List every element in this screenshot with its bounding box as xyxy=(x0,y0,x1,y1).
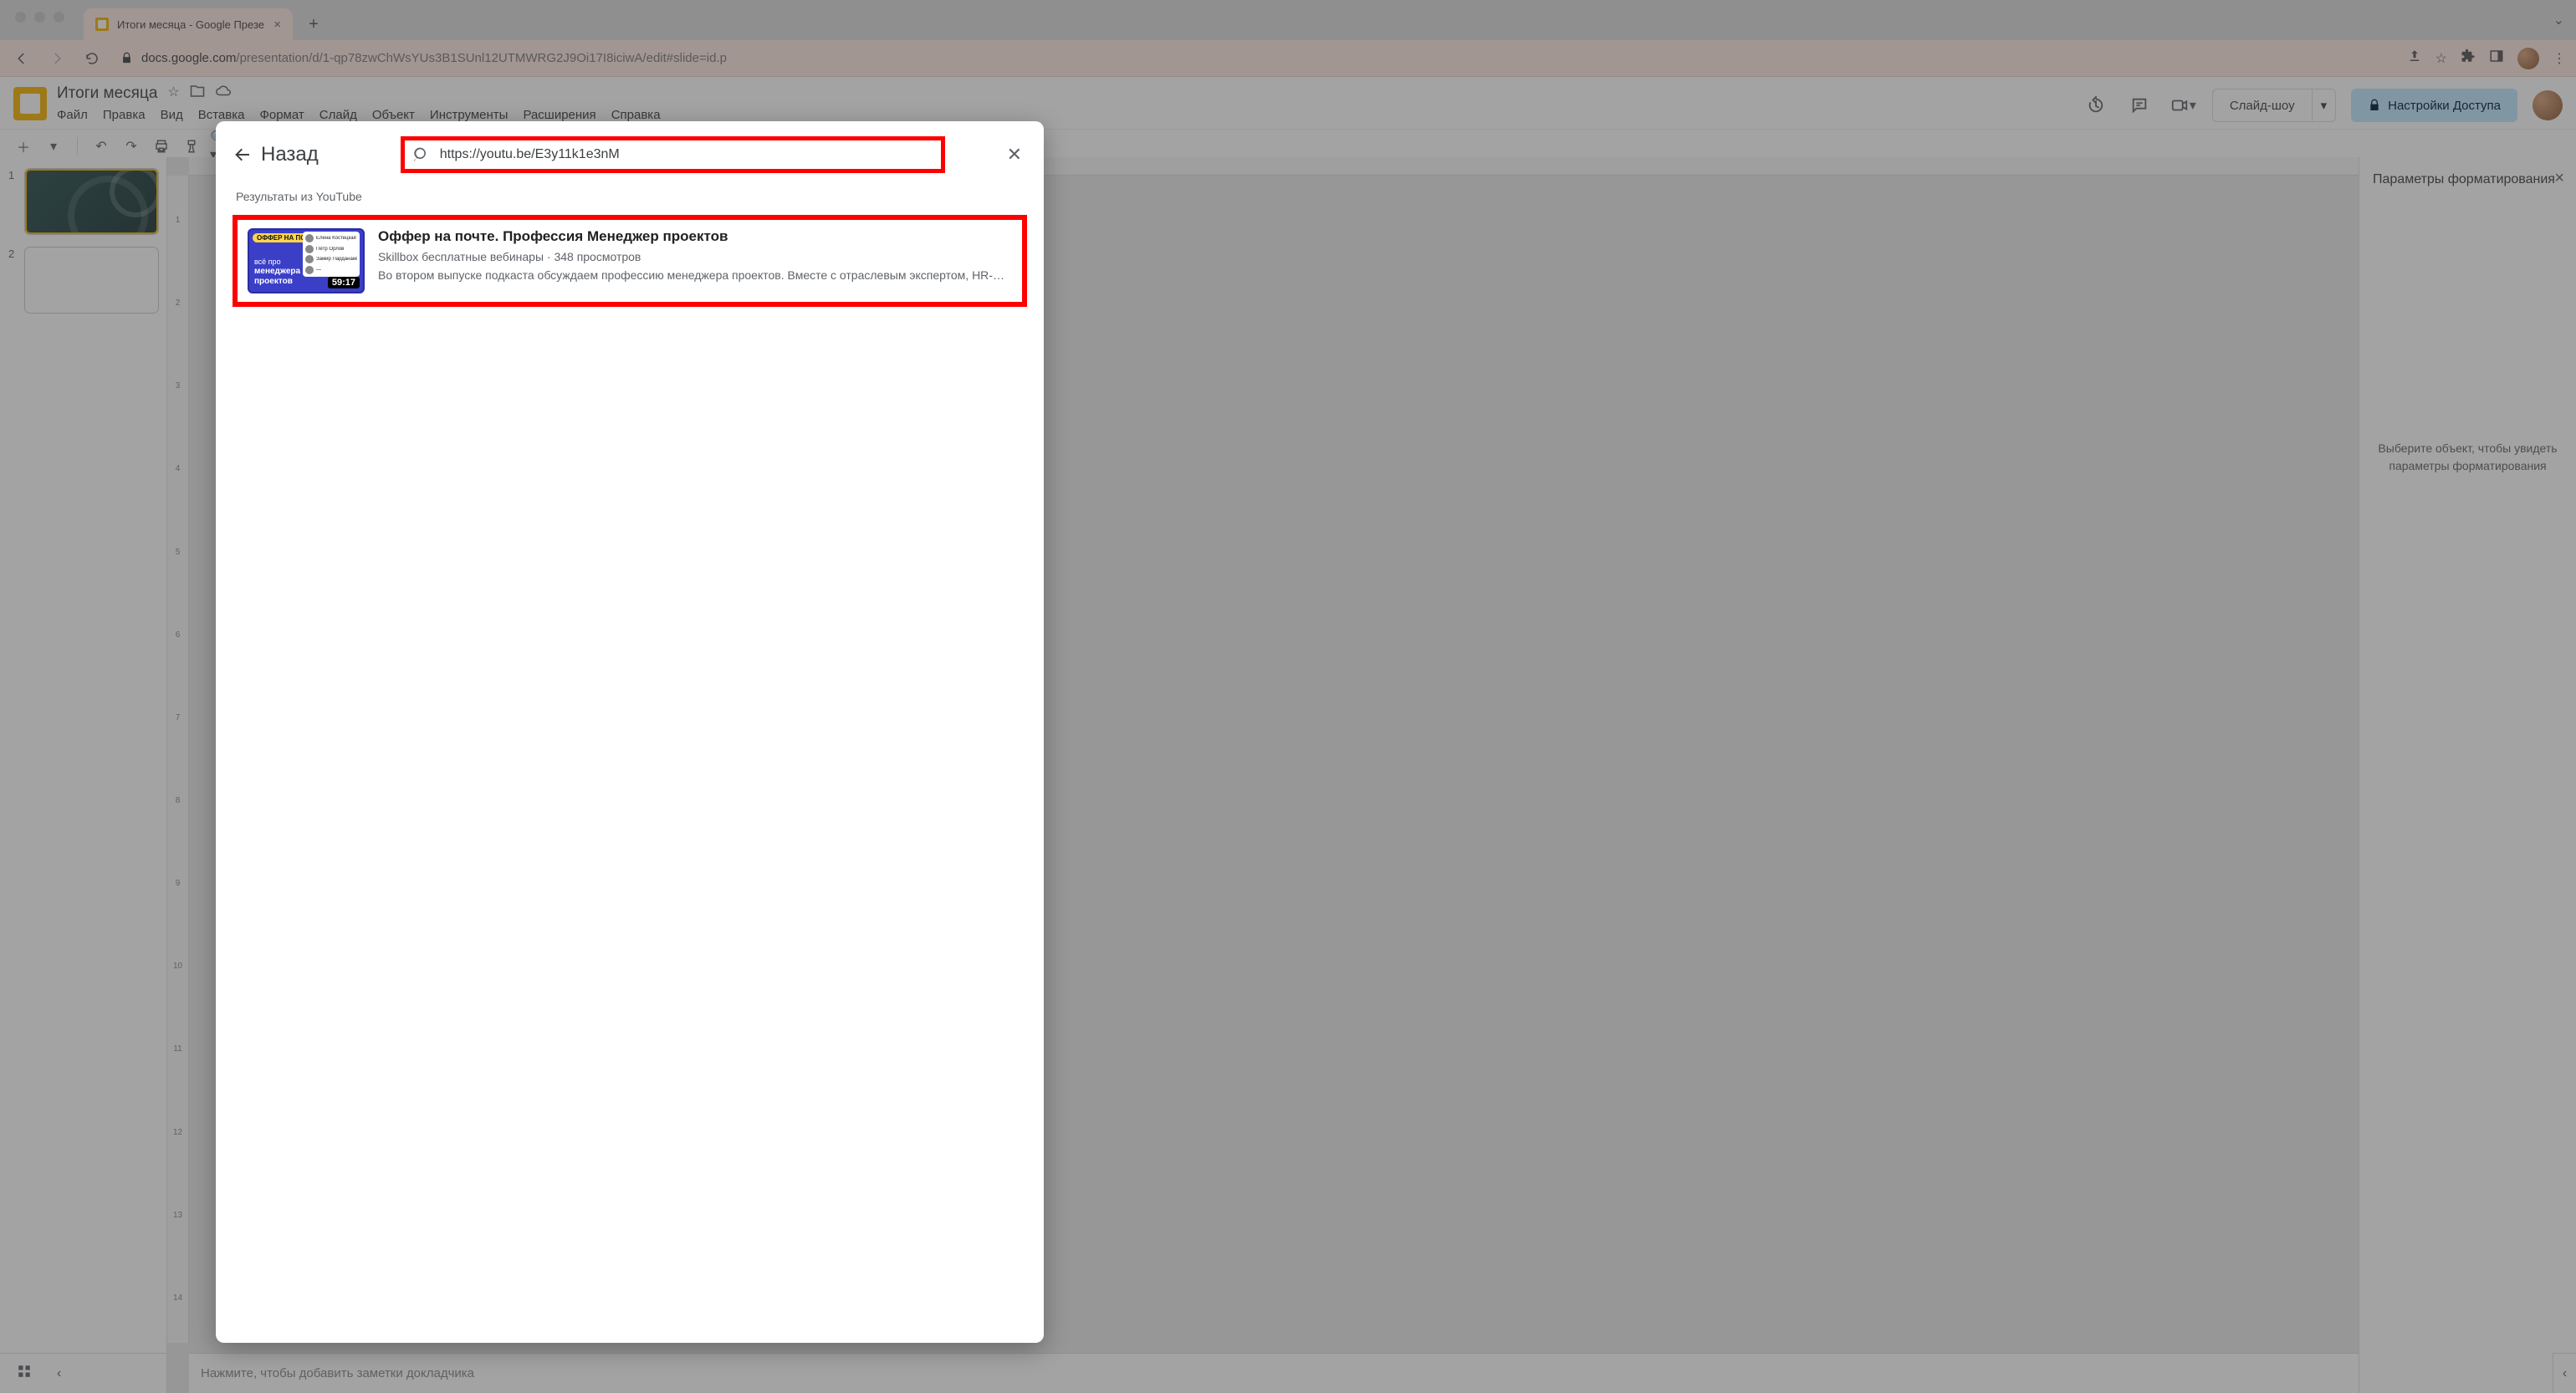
video-search-input[interactable] xyxy=(440,147,933,162)
video-thumbnail: ОФФЕР НА ПОЧТЕ Елена Костецкая Пётр Орло… xyxy=(248,228,365,293)
results-source-label: Результаты из YouTube xyxy=(236,190,1027,203)
thumb-people: Елена Костецкая Пётр Орлов Замир Пардана… xyxy=(303,232,360,277)
video-meta: Skillbox бесплатные вебинары · 348 просм… xyxy=(378,250,1012,263)
search-box-highlight xyxy=(401,136,945,173)
thumb-duration: 59:17 xyxy=(328,277,360,288)
modal-close-icon[interactable]: ✕ xyxy=(1002,139,1027,171)
video-title: Оффер на почте. Профессия Менеджер проек… xyxy=(378,228,1012,245)
back-label: Назад xyxy=(261,143,319,166)
modal-back-button[interactable]: Назад xyxy=(233,143,319,166)
arrow-left-icon xyxy=(233,145,253,165)
search-icon xyxy=(413,146,430,163)
video-description: Во втором выпуске подкаста обсуждаем про… xyxy=(378,268,1012,282)
video-result-highlight[interactable]: ОФФЕР НА ПОЧТЕ Елена Костецкая Пётр Орло… xyxy=(233,215,1027,307)
insert-video-modal: Назад ✕ Результаты из YouTube ОФФЕР НА П… xyxy=(216,121,1044,1343)
